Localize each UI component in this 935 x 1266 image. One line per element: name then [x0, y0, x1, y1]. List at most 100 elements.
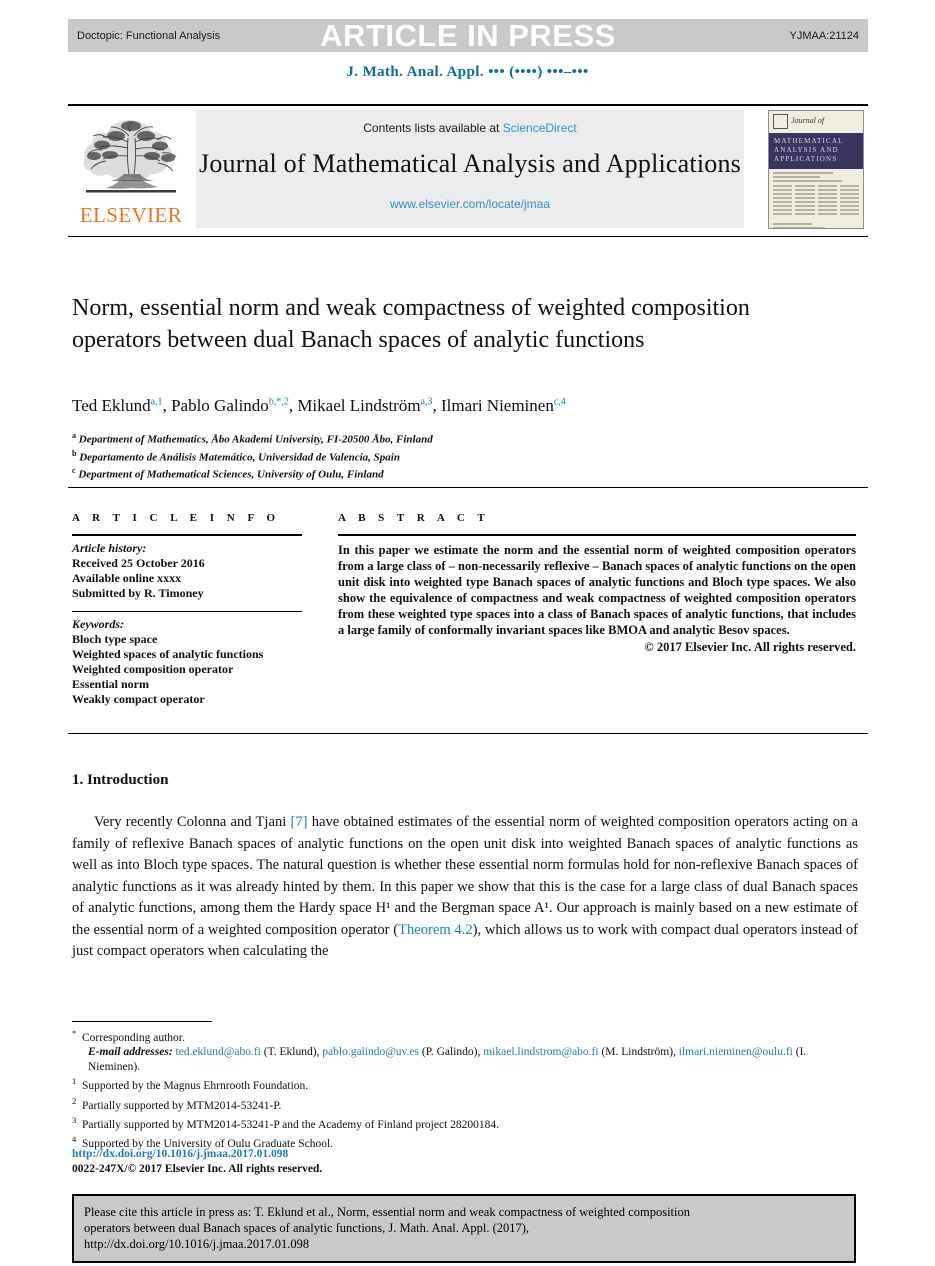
sciencedirect-banner: Contents lists available at ScienceDirec… [196, 110, 744, 228]
keyword-item: Bloch type space [72, 632, 158, 646]
journal-homepage-url[interactable]: www.elsevier.com/locate/jmaa [196, 197, 744, 211]
author-marks: b,*,2 [268, 396, 289, 408]
affiliation-text: Department of Mathematics, Åbo Akademi U… [78, 433, 433, 446]
email-addresses-label: E-mail addresses: [88, 1046, 173, 1059]
keywords-block: Keywords: Bloch type space Weighted spac… [72, 612, 302, 707]
sciencedirect-link[interactable]: ScienceDirect [503, 121, 577, 135]
paragraph-part-1: Very recently Colonna and Tjani [94, 814, 291, 830]
contents-available-line: Contents lists available at ScienceDirec… [196, 121, 744, 135]
cite-line-1: Please cite this article in press as: T.… [84, 1205, 690, 1219]
article-id-label: YJMAA:21124 [789, 29, 859, 42]
keyword-item: Weighted composition operator [72, 662, 234, 676]
footnote-text: Partially supported by MTM2014-53241-P a… [82, 1118, 500, 1131]
abstract-copyright: © 2017 Elsevier Inc. All rights reserved… [644, 640, 856, 654]
article-info-column: A R T I C L E I N F O Article history: R… [72, 512, 302, 707]
footnote-mark: 3 [72, 1114, 77, 1125]
article-history-item: Received 25 October 2016 [72, 556, 205, 570]
introduction-paragraph: Very recently Colonna and Tjani [7] have… [72, 812, 858, 963]
cover-band-line-2: ANALYSIS AND [774, 146, 839, 154]
abstract-column: A B S T R A C T In this paper we estimat… [338, 512, 856, 655]
journal-reference-line: J. Math. Anal. Appl. ••• (••••) •••–••• [346, 64, 589, 80]
article-history-block: Article history: Received 25 October 201… [72, 536, 302, 601]
email-link-lindstrom[interactable]: mikael.lindstrom@abo.fi [483, 1046, 598, 1058]
author-marks: a,3 [420, 396, 433, 408]
email-link-eklund[interactable]: ted.eklund@abo.fi [176, 1046, 261, 1058]
author-marks: c,4 [553, 396, 566, 408]
footnote-mark: 4 [72, 1134, 77, 1145]
keywords-label: Keywords: [72, 617, 124, 631]
article-history-item: Submitted by R. Timoney [72, 586, 204, 600]
footnote-item: 3 Partially supported by MTM2014-53241-P… [72, 1113, 858, 1132]
footnote-item: 2 Partially supported by MTM2014-53241-P… [72, 1094, 858, 1113]
citation-link-7[interactable]: [7] [291, 814, 308, 830]
affiliation-item: c Department of Mathematical Sciences, U… [72, 464, 852, 482]
article-history-label: Article history: [72, 541, 147, 555]
affiliation-mark: a [72, 431, 76, 440]
theorem-4-2-link[interactable]: Theorem 4.2 [398, 922, 473, 938]
footnote-corresponding-author: * Corresponding author. [72, 1026, 858, 1045]
journal-title: Journal of Mathematical Analysis and App… [199, 149, 741, 178]
abstract-text: In this paper we estimate the norm and t… [338, 543, 856, 637]
paragraph-part-2: have obtained estimates of the essential… [72, 814, 858, 938]
affiliation-list: a Department of Mathematics, Åbo Akademi… [72, 429, 852, 482]
elsevier-tree-logo-icon: ELSEVIER [72, 112, 190, 230]
masthead-bottom-rule [68, 236, 868, 237]
doi-link[interactable]: http://dx.doi.org/10.1016/j.jmaa.2017.01… [72, 1147, 322, 1162]
cover-elsevier-mark-icon [773, 114, 788, 129]
affiliation-mark: b [72, 448, 77, 458]
footnote-mark-asterisk: * [72, 1028, 77, 1038]
affiliation-item: b Departamento de Análisis Matemático, U… [72, 447, 852, 465]
article-in-press-stamp: ARTICLE IN PRESS [320, 18, 616, 53]
cover-band-line-3: APPLICATIONS [774, 155, 838, 163]
abstract-bottom-divider [68, 733, 868, 734]
footnote-text: Supported by the Magnus Ehrnrooth Founda… [82, 1080, 309, 1093]
cover-contents-area [769, 169, 863, 228]
email-person-eklund: (T. Eklund), [263, 1046, 320, 1059]
affiliation-text: Departamento de Análisis Matemático, Uni… [79, 451, 400, 464]
email-link-nieminen[interactable]: ilmari.nieminen@oulu.fi [679, 1046, 793, 1058]
keyword-item: Essential norm [72, 677, 150, 691]
elsevier-wordmark: ELSEVIER [79, 203, 183, 227]
affiliations-divider [68, 487, 868, 488]
issn-copyright-line: 0022-247X/© 2017 Elsevier Inc. All right… [72, 1163, 323, 1175]
footnote-divider [72, 1021, 212, 1022]
author-name: Pablo Galindo [171, 396, 269, 415]
doi-block: http://dx.doi.org/10.1016/j.jmaa.2017.01… [72, 1147, 322, 1177]
email-person-galindo: (P. Galindo), [421, 1046, 481, 1059]
cite-line-2: operators between dual Banach spaces of … [84, 1221, 530, 1235]
journal-masthead: ELSEVIER Contents lists available at Sci… [68, 104, 868, 237]
journal-cover-thumbnail: Journal of MATHEMATICAL ANALYSIS AND APP… [768, 110, 864, 229]
article-history-item: Available online xxxx [72, 571, 182, 585]
author-name: Ilmari Nieminen [441, 396, 554, 415]
cover-band-line-1: MATHEMATICAL [774, 137, 844, 145]
footnote-text: Partially supported by MTM2014-53241-P. [82, 1099, 282, 1112]
cite-line-3: http://dx.doi.org/10.1016/j.jmaa.2017.01… [84, 1237, 310, 1251]
footnote-mark: 1 [72, 1076, 77, 1087]
article-page: Doctopic: Functional Analysis ARTICLE IN… [0, 0, 935, 1266]
author-list: Ted Eklunda,1, Pablo Galindob,*,2, Mikae… [72, 396, 566, 415]
cite-this-article-box: Please cite this article in press as: T.… [72, 1194, 856, 1263]
email-person-lindstrom: (M. Lindström), [601, 1046, 676, 1059]
keyword-item: Weakly compact operator [72, 692, 205, 706]
author-name: Ted Eklund [72, 396, 151, 415]
footnotes-block: * Corresponding author. E-mail addresses… [72, 1026, 858, 1152]
cover-title-band: MATHEMATICAL ANALYSIS AND APPLICATIONS [769, 133, 863, 169]
cover-header: Journal of [769, 111, 863, 133]
email-link-galindo[interactable]: pablo.galindo@uv.es [322, 1046, 419, 1058]
affiliation-item: a Department of Mathematics, Åbo Akademi… [72, 429, 852, 447]
affiliation-mark: c [72, 466, 76, 476]
footnote-item: 1 Supported by the Magnus Ehrnrooth Foun… [72, 1074, 858, 1093]
article-in-press-bar: Doctopic: Functional Analysis ARTICLE IN… [68, 19, 868, 52]
affiliation-text: Department of Mathematical Sciences, Uni… [78, 468, 384, 481]
author-name: Mikael Lindström [297, 396, 421, 415]
article-info-heading: A R T I C L E I N F O [72, 512, 281, 524]
contents-prefix-text: Contents lists available at [363, 121, 500, 135]
abstract-heading: A B S T R A C T [338, 512, 490, 524]
footnote-mark: 2 [72, 1095, 77, 1106]
author-marks: a,1 [150, 396, 163, 408]
section-heading-introduction: 1. Introduction [72, 772, 169, 788]
keyword-item: Weighted spaces of analytic functions [72, 647, 264, 661]
page-title: Norm, essential norm and weak compactnes… [72, 295, 750, 353]
footnote-corresponding-text: Corresponding author. [82, 1031, 185, 1044]
footnote-email-addresses: E-mail addresses: ted.eklund@abo.fi (T. … [72, 1045, 858, 1074]
